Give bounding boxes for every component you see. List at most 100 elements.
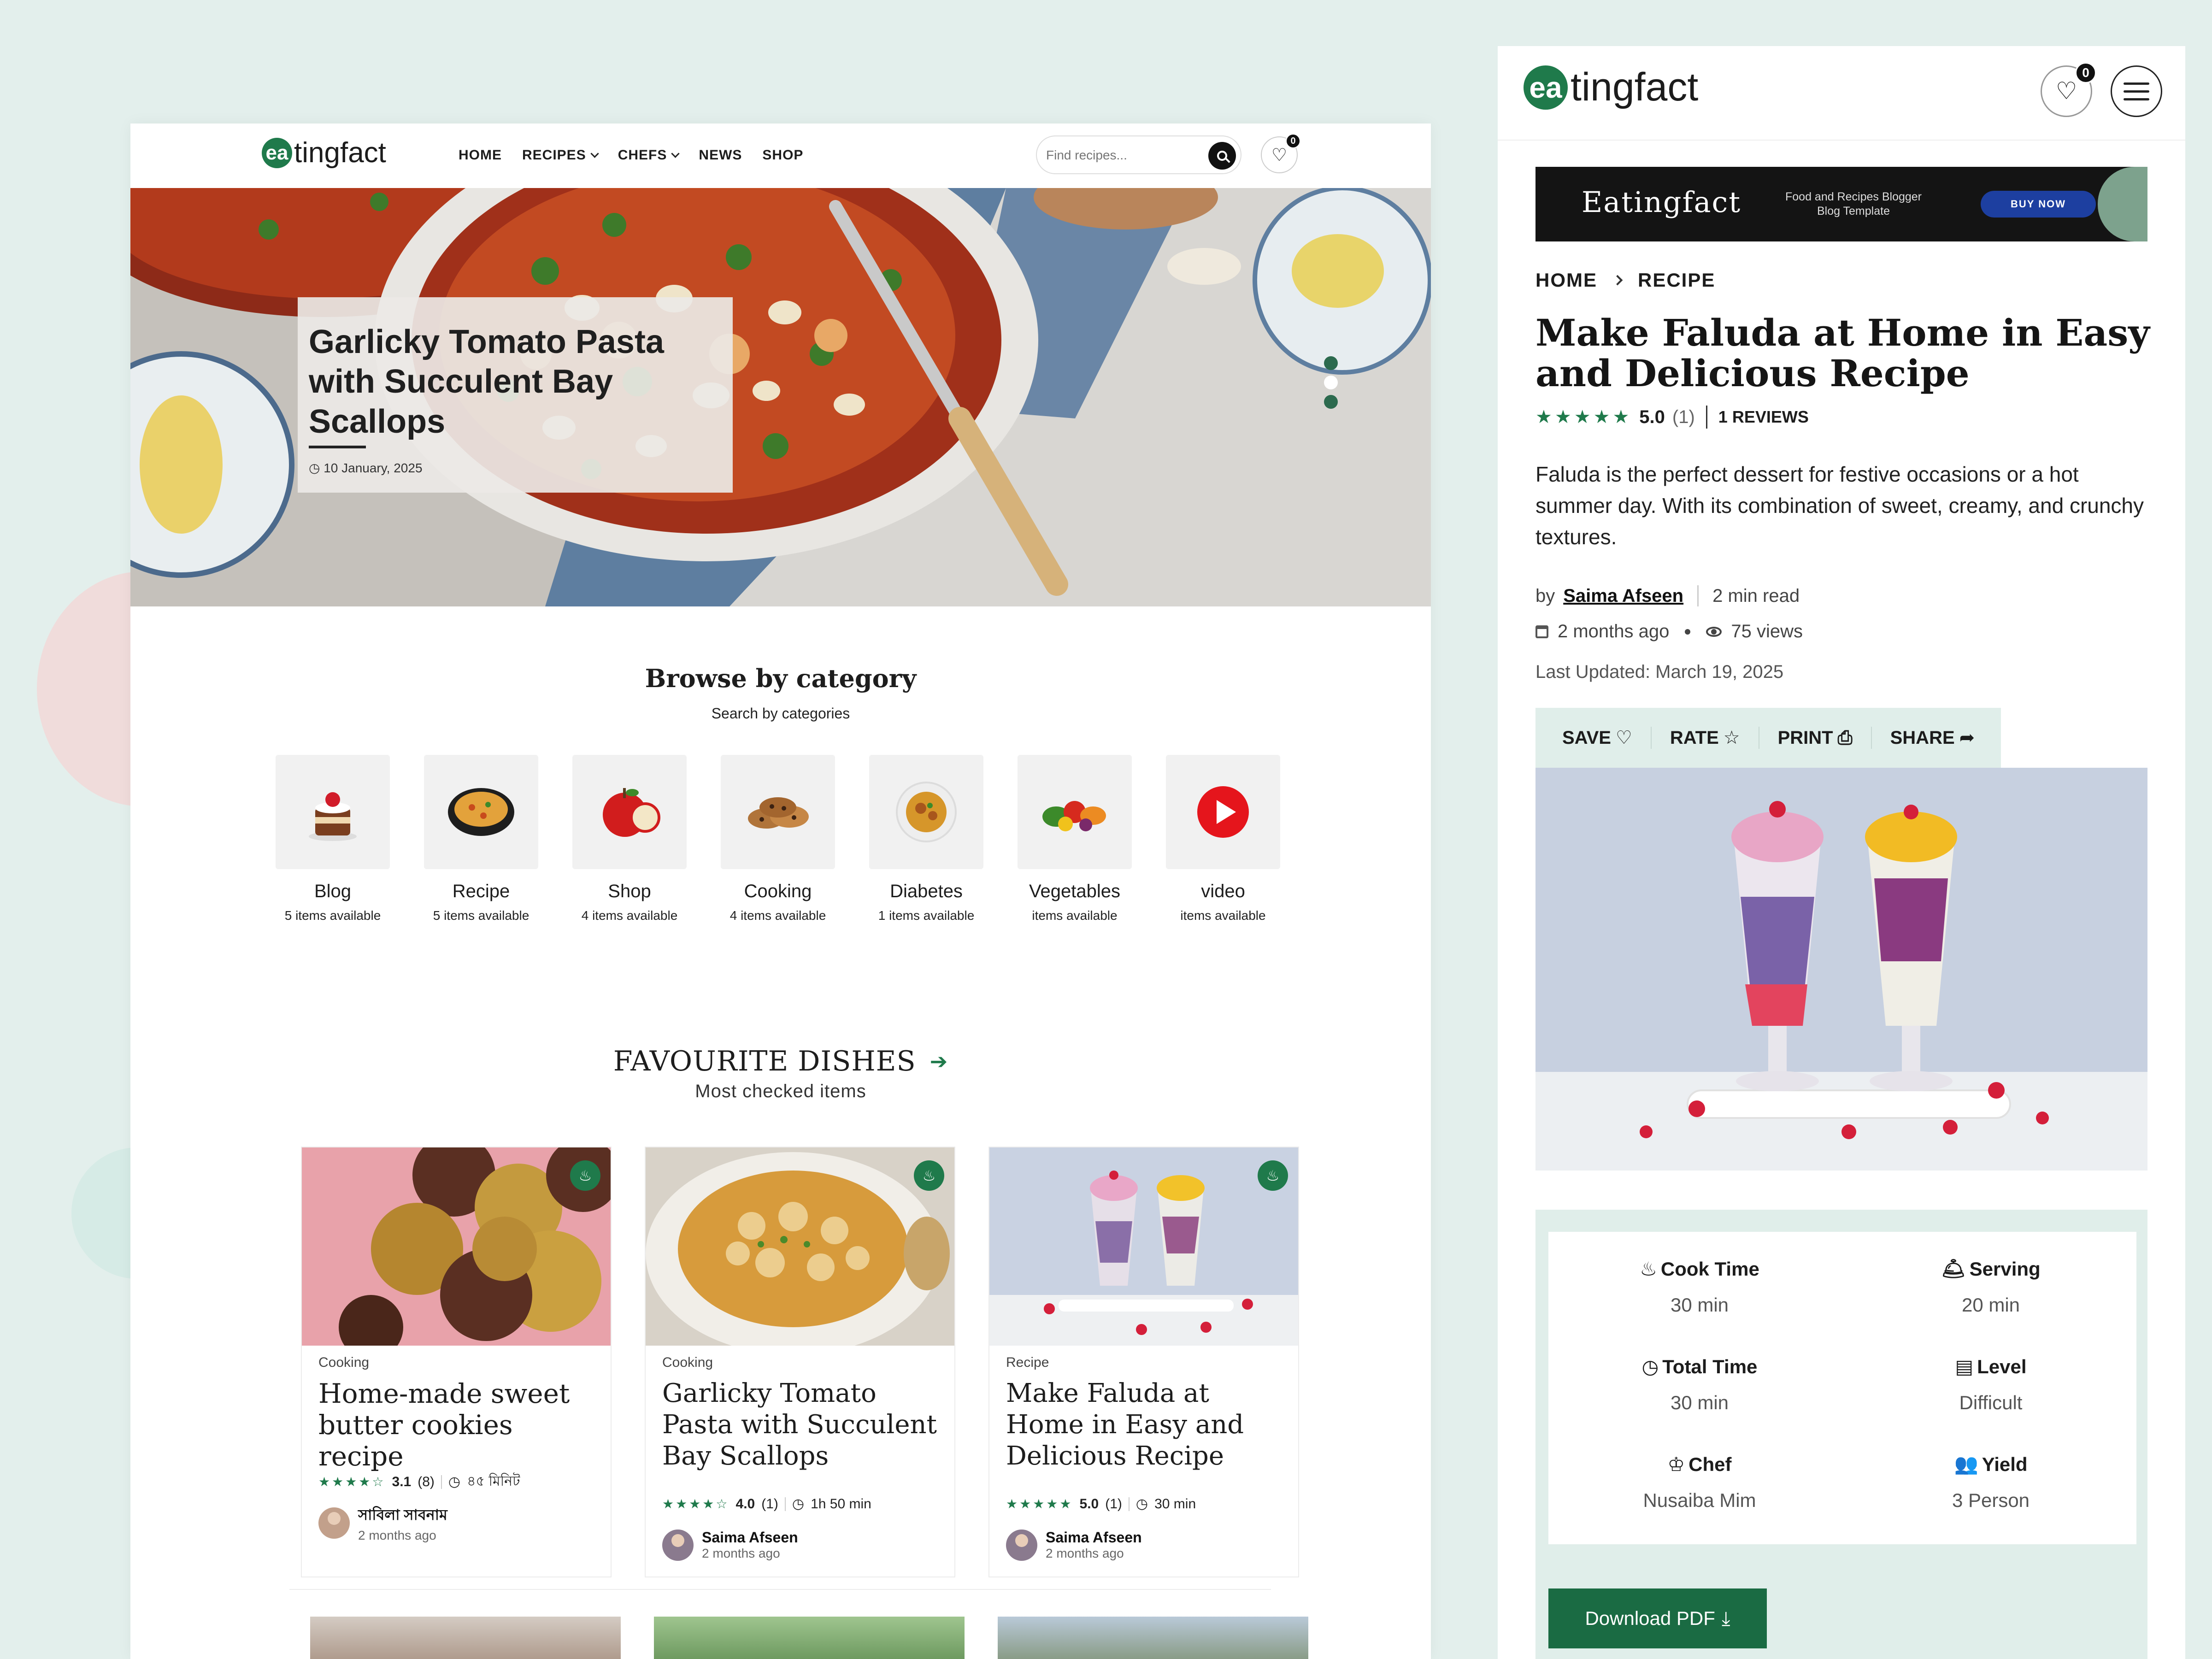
stat-cook-time: ♨ Cook Time 30 min: [1571, 1258, 1829, 1316]
card-meta: ★★★★☆ 4.0 (1) ◷ 1h 50 min: [662, 1496, 871, 1512]
favorites-button[interactable]: ♡ 0: [1261, 134, 1300, 173]
favourite-cards: ♨ Cooking Home-made sweet butter cookies…: [301, 1147, 1299, 1577]
stat-value: Nusaiba Mim: [1643, 1489, 1756, 1511]
category-count: items available: [1180, 908, 1266, 923]
ad-banner[interactable]: Eatingfact Food and Recipes Blogger Blog…: [1535, 167, 2147, 241]
stat-value: 20 min: [1961, 1294, 2020, 1316]
save-button[interactable]: SAVE ♡: [1562, 727, 1652, 749]
nav-home[interactable]: HOME: [459, 147, 502, 163]
rating-stars: ★★★★☆: [318, 1475, 386, 1489]
read-time: 2 min read: [1712, 585, 1800, 606]
action-bar: SAVE ♡ RATE ☆ PRINT ⎙ SHARE ➦: [1535, 708, 2001, 768]
site-logo[interactable]: ea tingfact: [262, 136, 386, 169]
clock-icon: ◷: [1135, 1496, 1148, 1512]
breadcrumb: HOME RECIPE: [1535, 269, 1715, 291]
category-blog[interactable]: Blog 5 items available: [276, 755, 390, 923]
favorites-button[interactable]: ♡ 0: [2041, 62, 2096, 117]
recipe-page-mobile: ea tingfact ♡ 0 Eatingfact Food and Reci…: [1498, 46, 2185, 1659]
card-image-faluda[interactable]: ♨: [989, 1147, 1298, 1346]
card-image-partial[interactable]: [310, 1617, 621, 1659]
pot-icon: ♨: [570, 1160, 600, 1191]
rating-stars[interactable]: ★★★★★: [1535, 406, 1632, 428]
card-image-pasta[interactable]: ♨: [646, 1147, 954, 1346]
nav-chefs[interactable]: CHEFS: [618, 147, 680, 163]
category-vegetables[interactable]: Vegetables items available: [1018, 755, 1132, 923]
hero-caption[interactable]: Garlicky Tomato Pasta with Succulent Bay…: [298, 297, 733, 493]
heart-icon: ♡: [1615, 728, 1632, 748]
card-title[interactable]: Home-made sweet butter cookies recipe: [318, 1378, 600, 1472]
nav-recipes[interactable]: RECIPES: [522, 147, 599, 163]
post-meta: 2 months ago 75 views: [1535, 621, 1803, 642]
print-button[interactable]: PRINT ⎙: [1778, 727, 1872, 749]
card-author[interactable]: Saima Afseen 2 months ago: [662, 1529, 798, 1561]
recipe-card[interactable]: ♨ Recipe Make Faluda at Home in Easy and…: [988, 1147, 1299, 1577]
slider-dot[interactable]: [1324, 395, 1338, 409]
slider-dot-active[interactable]: [1324, 376, 1338, 389]
rating-value: 4.0: [735, 1496, 755, 1512]
rating-value: 5.0: [1639, 406, 1665, 427]
card-image-cookies[interactable]: ♨: [302, 1147, 611, 1346]
card-author[interactable]: Saima Afseen 2 months ago: [1006, 1529, 1142, 1561]
avatar: [1006, 1529, 1037, 1561]
by-label: by: [1535, 585, 1555, 606]
eye-icon: [1706, 626, 1722, 637]
slider-dot[interactable]: [1324, 356, 1338, 370]
logo-text: tingfact: [1571, 65, 1699, 109]
breadcrumb-home[interactable]: HOME: [1535, 269, 1597, 291]
rating-count: (1): [761, 1496, 778, 1512]
author-link[interactable]: Saima Afseen: [1563, 586, 1683, 606]
menu-button[interactable]: [2111, 65, 2162, 117]
favourites-link[interactable]: FAVOURITE DISHES ➔: [613, 1045, 948, 1077]
card-category[interactable]: Cooking: [318, 1355, 369, 1371]
nav-news[interactable]: NEWS: [699, 147, 742, 163]
rate-button[interactable]: RATE ☆: [1670, 727, 1759, 749]
hero-title[interactable]: Garlicky Tomato Pasta with Succulent Bay…: [309, 322, 705, 441]
recipe-main-image: [1535, 768, 2147, 1171]
site-logo[interactable]: ea tingfact: [1524, 65, 1698, 110]
logo-badge: ea: [1524, 65, 1568, 110]
chevron-down-icon: [671, 149, 680, 158]
slider-dots: [1324, 356, 1338, 414]
card-image-partial[interactable]: [998, 1617, 1308, 1659]
reviews-link[interactable]: 1 REVIEWS: [1718, 407, 1809, 427]
hamburger-line: [2124, 82, 2149, 85]
download-pdf-button[interactable]: Download PDF ⤓: [1548, 1588, 1767, 1648]
stat-value: Difficult: [1959, 1392, 2023, 1413]
cake-icon: [309, 792, 357, 841]
category-cooking[interactable]: Cooking 4 items available: [721, 755, 835, 923]
stat-value: 30 min: [1670, 1294, 1729, 1316]
nav-shop[interactable]: SHOP: [762, 147, 803, 163]
category-name: Vegetables: [1029, 881, 1120, 901]
favourites-subtitle: Most checked items: [695, 1081, 866, 1101]
card-title[interactable]: Make Faluda at Home in Easy and Deliciou…: [1006, 1378, 1287, 1472]
post-time: 2 months ago: [1046, 1546, 1124, 1560]
card-category[interactable]: Recipe: [1006, 1355, 1049, 1371]
chevron-right-icon: [1612, 275, 1623, 286]
card-author[interactable]: সাবিলা সাবনাম 2 months ago: [318, 1503, 447, 1543]
breadcrumb-recipe[interactable]: RECIPE: [1638, 269, 1715, 291]
browse-subtitle: Search by categories: [711, 705, 850, 722]
category-recipe[interactable]: Recipe 5 items available: [424, 755, 538, 923]
search-input[interactable]: [1046, 144, 1198, 167]
category-diabetes[interactable]: Diabetes 1 items available: [869, 755, 983, 923]
faluda-photo: [1535, 768, 2147, 1171]
share-button[interactable]: SHARE ➦: [1890, 727, 1994, 749]
recipe-card[interactable]: ♨ Cooking Garlicky Tomato Pasta with Suc…: [645, 1147, 955, 1577]
search-button[interactable]: [1208, 142, 1236, 170]
category-shop[interactable]: Shop 4 items available: [572, 755, 687, 923]
category-video[interactable]: video items available: [1166, 755, 1280, 923]
stat-yield: 👥 Yield 3 Person: [1862, 1453, 2120, 1512]
card-title[interactable]: Garlicky Tomato Pasta with Succulent Bay…: [662, 1378, 943, 1472]
clock-icon: ◷: [309, 461, 320, 475]
card-image-partial[interactable]: [654, 1617, 965, 1659]
rating-count: (1): [1105, 1496, 1122, 1512]
heart-icon: ♡: [1271, 145, 1288, 165]
next-row-cards: [310, 1617, 1308, 1659]
stat-value: 3 Person: [1952, 1489, 2030, 1511]
recipe-card[interactable]: ♨ Cooking Home-made sweet butter cookies…: [301, 1147, 612, 1577]
share-icon: ➦: [1959, 728, 1975, 748]
buy-now-button[interactable]: BUY NOW: [1981, 191, 2096, 218]
banner-subtitle: Food and Recipes Blogger Blog Template: [1785, 190, 1922, 218]
card-category[interactable]: Cooking: [662, 1355, 713, 1371]
meta-divider: [784, 1497, 786, 1511]
